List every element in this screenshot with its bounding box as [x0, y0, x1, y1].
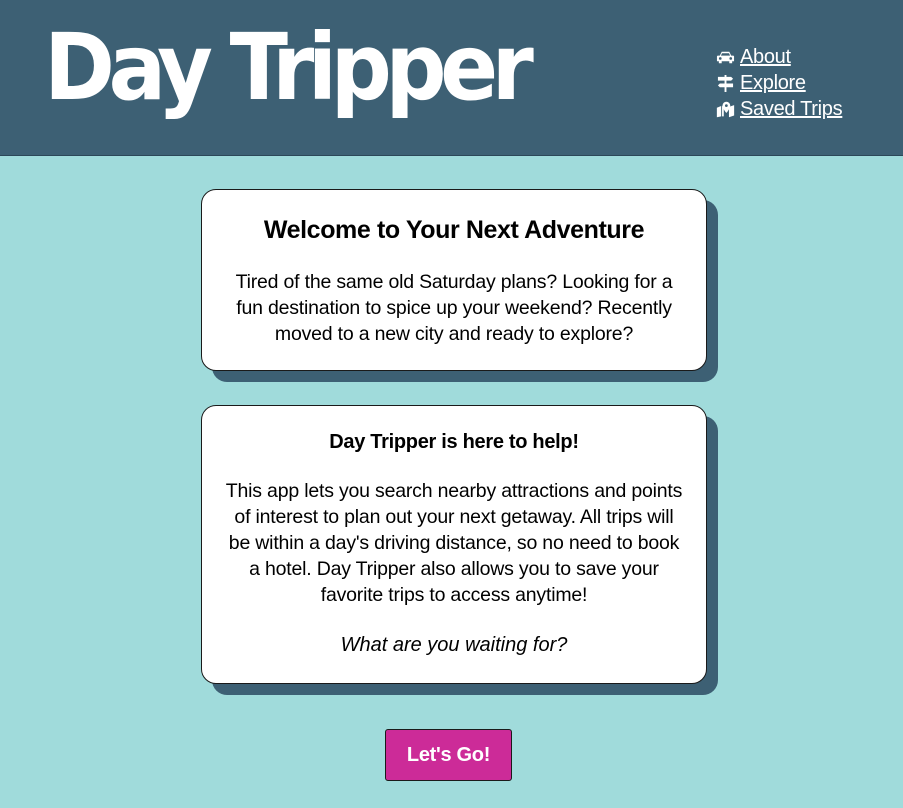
nav-link-about[interactable]: About: [740, 46, 791, 69]
help-text: This app lets you search nearby attracti…: [225, 480, 683, 606]
nav-item-explore[interactable]: Explore: [716, 70, 842, 96]
lets-go-button[interactable]: Let's Go!: [385, 729, 512, 781]
map-marker-icon: [716, 101, 735, 117]
nav-item-about[interactable]: About: [716, 44, 842, 70]
cta-prompt: What are you waiting for?: [340, 634, 568, 656]
nav-link-saved-trips[interactable]: Saved Trips: [740, 98, 843, 121]
welcome-title: Welcome to Your Next Adventure: [263, 216, 645, 244]
welcome-card: Welcome to Your Next Adventure Tired of …: [201, 189, 707, 371]
signpost-icon: [717, 74, 734, 92]
nav-item-saved-trips[interactable]: Saved Trips: [716, 96, 843, 122]
car-icon: [716, 51, 735, 63]
site-header: Day Tripper About Explore Saved Trips: [0, 0, 903, 156]
nav-menu: About Explore Saved Trips: [716, 44, 843, 122]
nav-link-explore[interactable]: Explore: [740, 72, 806, 95]
welcome-text: Tired of the same old Saturday plans? Lo…: [235, 271, 673, 345]
logo[interactable]: Day Tripper: [44, 22, 534, 114]
help-card: Day Tripper is here to help! This app le…: [201, 405, 707, 684]
help-title: Day Tripper is here to help!: [329, 431, 579, 453]
